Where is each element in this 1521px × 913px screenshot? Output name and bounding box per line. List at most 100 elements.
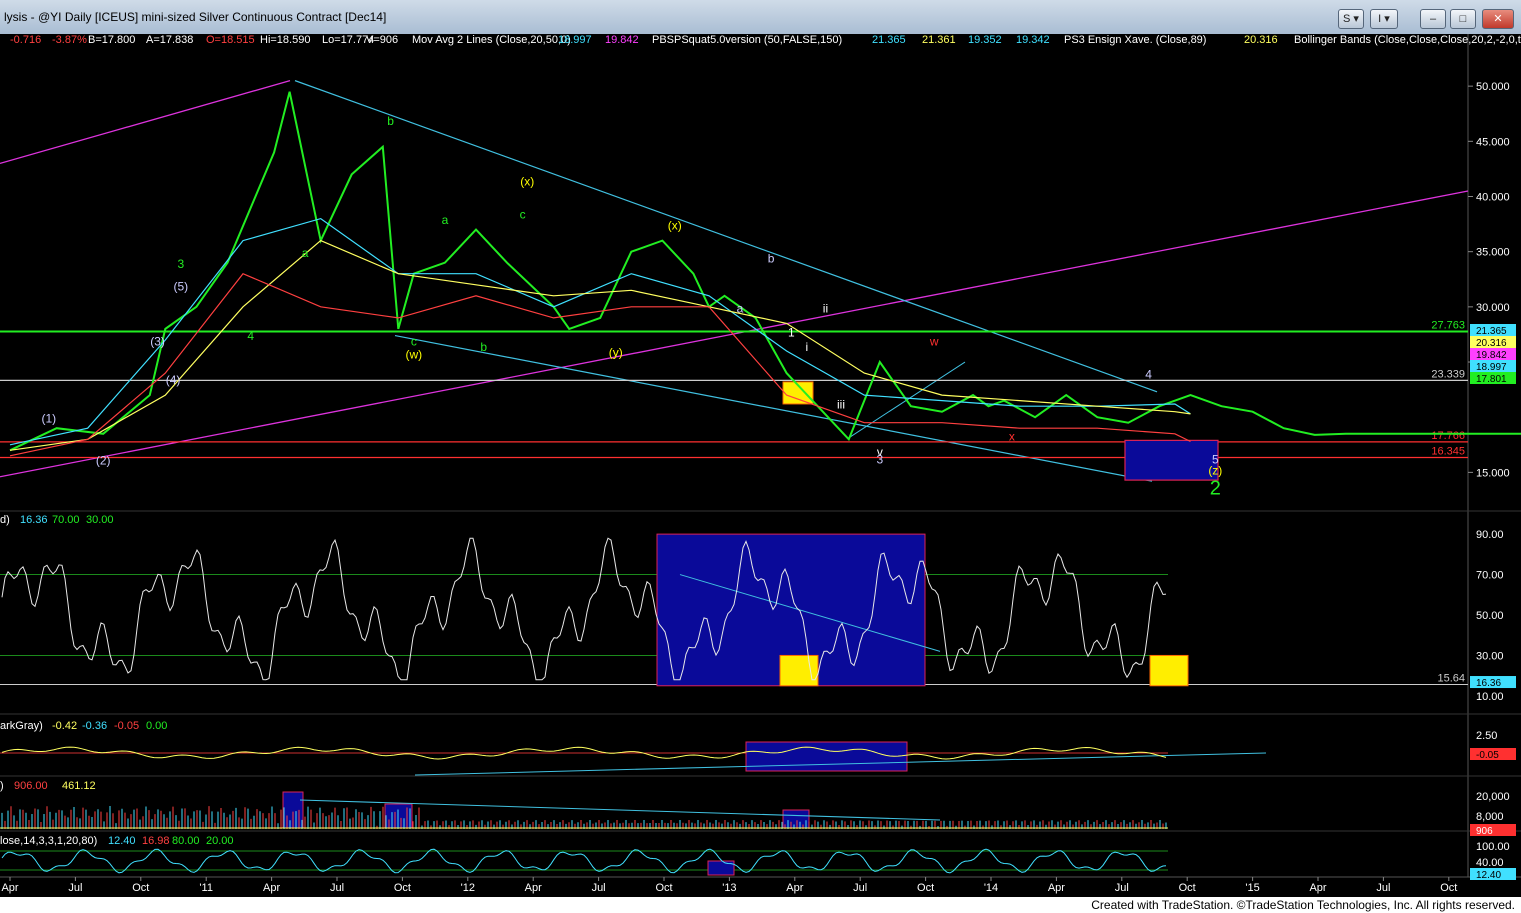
wave-label: i: [805, 340, 808, 354]
axis-value-text: 906: [1476, 826, 1493, 837]
y-tick-label: 100.00: [1476, 841, 1510, 853]
status-value: 21.361: [922, 34, 956, 46]
y-tick-label: 45.000: [1476, 136, 1510, 148]
status-bar: -0.716 -3.87% B=17.800 A=17.838 O=18.515 Hi=1…: [10, 34, 1521, 46]
price-level-label: 23.339: [1431, 368, 1465, 380]
wave-label: (x): [520, 174, 534, 188]
indicator-legend: 30.00: [86, 514, 114, 526]
x-tick-label: Apr: [1, 882, 18, 894]
status-value: A=17.838: [146, 34, 193, 46]
wave-label: (5): [174, 279, 189, 293]
indicator-legend: -0.36: [82, 720, 107, 732]
y-tick-label: 50.00: [1476, 610, 1504, 622]
indicator-legend: lose,14,3,3,1,20,80): [0, 835, 97, 847]
y-tick-label: 50.000: [1476, 81, 1510, 93]
indicator-legend: 12.40: [108, 835, 136, 847]
wave-label: c: [520, 208, 526, 222]
x-tick-label: Jul: [1376, 882, 1390, 894]
x-tick-label: Apr: [1309, 882, 1326, 894]
wave-label: iii: [837, 397, 845, 411]
y-tick-label: 2.50: [1476, 730, 1497, 742]
divergence-box: [745, 741, 908, 772]
indicator-legend: 461.12: [62, 780, 96, 792]
wave-label: w: [929, 334, 939, 348]
axis-value-text: 20.316: [1476, 338, 1507, 349]
wave-label: (2): [96, 454, 111, 468]
status-value: 18.997: [558, 34, 592, 46]
copyright-text: Created with TradeStation. ©TradeStation…: [1091, 898, 1515, 912]
wave-label: x: [1009, 429, 1015, 443]
target-zone-box: [1124, 439, 1219, 481]
y-tick-label: 10.00: [1476, 691, 1504, 703]
status-value: -0.716: [10, 34, 41, 46]
x-tick-label: Jul: [592, 882, 606, 894]
wave-label: a: [737, 301, 744, 315]
axis-value-text: 16.36: [1476, 678, 1501, 689]
wave-label: 1: [788, 326, 795, 340]
maximize-button[interactable]: □: [1450, 9, 1476, 29]
status-value: Bollinger Bands (Close,Close,Close,20,2,…: [1294, 34, 1521, 46]
axis-value-text: 19.842: [1476, 350, 1507, 361]
axis-value-text: -0.05: [1476, 750, 1499, 761]
x-tick-label: Apr: [1048, 882, 1065, 894]
x-tick-label: Oct: [132, 882, 149, 894]
status-value: V=906: [366, 34, 398, 46]
x-tick-label: Oct: [655, 882, 672, 894]
minimize-button[interactable]: –: [1420, 9, 1446, 29]
wave-label: b: [768, 252, 775, 266]
x-tick-label: Apr: [786, 882, 803, 894]
wave-label: (4): [166, 373, 181, 387]
wave-label: b: [480, 340, 487, 354]
indicator-legend: 70.00: [52, 514, 80, 526]
highlight-box: [779, 654, 819, 687]
x-tick-label: Apr: [525, 882, 542, 894]
wave-label: 3: [178, 257, 185, 271]
i-menu-button[interactable]: I ▾: [1370, 9, 1398, 29]
chart-canvas[interactable]: -0.716 -3.87% B=17.800 A=17.838 O=18.515 Hi=1…: [0, 34, 1521, 897]
x-tick-label: Jul: [1115, 882, 1129, 894]
axis-value-text: 17.801: [1476, 374, 1507, 385]
y-tick-label: 30.00: [1476, 650, 1504, 662]
wave-label: 4: [247, 329, 254, 343]
s-menu-button[interactable]: S ▾: [1338, 9, 1364, 29]
window-title: lysis - @YI Daily [ICEUS] mini-sized Sil…: [4, 10, 387, 24]
wave-label: 2: [1210, 477, 1221, 499]
y-tick-label: 40.000: [1476, 191, 1510, 203]
indicator-legend: 16.36: [20, 514, 48, 526]
price-level-label: 17.766: [1431, 430, 1465, 442]
status-value: Hi=18.590: [260, 34, 310, 46]
x-tick-label: '14: [984, 882, 998, 894]
x-tick-label: '11: [199, 882, 213, 894]
status-value: 19.842: [605, 34, 639, 46]
x-tick-label: Jul: [68, 882, 82, 894]
indicator-legend: ): [0, 780, 4, 792]
wave-label: (w): [406, 348, 423, 362]
status-value: O=18.515: [206, 34, 255, 46]
wave-label: ii: [823, 301, 828, 315]
x-tick-label: Oct: [917, 882, 934, 894]
highlight-box: [1149, 654, 1189, 687]
indicator-legend: 80.00: [172, 835, 200, 847]
indicator-legend: arkGray): [0, 720, 43, 732]
wave-label: (1): [41, 412, 56, 426]
indicator-legend: 16.98: [142, 835, 170, 847]
x-tick-label: Jul: [853, 882, 867, 894]
status-value: 21.365: [872, 34, 906, 46]
y-tick-label: 8,000: [1476, 811, 1504, 823]
close-button[interactable]: ✕: [1482, 9, 1514, 29]
indicator-legend: 0.00: [146, 720, 167, 732]
status-value: PBSPSquat5.0version (50,FALSE,150): [652, 34, 842, 46]
status-value: 20.316: [1244, 34, 1278, 46]
status-value: Mov Avg 2 Lines (Close,20,50,0): [412, 34, 571, 46]
indicator-legend: -0.05: [114, 720, 139, 732]
x-tick-label: Jul: [330, 882, 344, 894]
wave-label: (y): [609, 346, 623, 360]
level-label: 15.64: [1437, 672, 1465, 684]
indicator-legend: -0.42: [52, 720, 77, 732]
status-value: B=17.800: [88, 34, 135, 46]
price-level-label: 27.763: [1431, 320, 1465, 332]
indicator-legend: 20.00: [206, 835, 234, 847]
status-value: -3.87%: [52, 34, 87, 46]
price-level-label: 16.345: [1431, 446, 1465, 458]
wave-label: 4: [1145, 368, 1152, 382]
